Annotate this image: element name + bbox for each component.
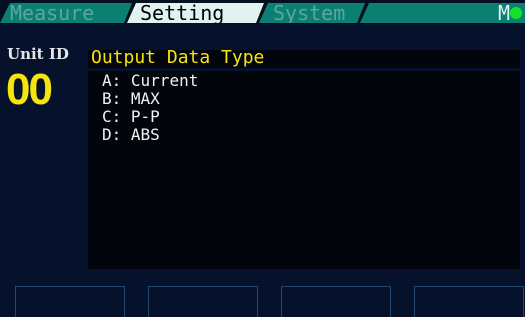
- tab-setting-label: Setting: [140, 1, 225, 25]
- softkey-1[interactable]: [15, 286, 125, 317]
- tab-measure[interactable]: Measure: [0, 3, 132, 23]
- panel-title: Output Data Type: [91, 47, 265, 68]
- option-label: MAX: [130, 89, 160, 108]
- softkey-2[interactable]: [148, 286, 258, 317]
- options-list: A: Current B: MAX C: P-P D: ABS: [102, 72, 198, 144]
- softkey-3[interactable]: [281, 286, 391, 317]
- tab-m-label: M: [498, 1, 511, 25]
- option-key: A:: [102, 71, 122, 90]
- option-pp[interactable]: C: P-P: [102, 108, 198, 126]
- tab-setting[interactable]: Setting: [127, 3, 264, 23]
- unit-id-value: 00: [6, 65, 53, 114]
- option-max[interactable]: B: MAX: [102, 90, 198, 108]
- tab-system[interactable]: System: [259, 3, 365, 23]
- option-label: ABS: [130, 125, 160, 144]
- option-label: P-P: [130, 107, 160, 126]
- tab-system-label: System: [273, 1, 346, 25]
- option-key: D:: [102, 125, 122, 144]
- option-label: Current: [130, 71, 199, 90]
- option-key: C:: [102, 107, 122, 126]
- option-current[interactable]: A: Current: [102, 72, 198, 90]
- status-indicator-icon: [510, 7, 522, 19]
- option-key: B:: [102, 89, 122, 108]
- tab-measure-label: Measure: [10, 1, 95, 25]
- tab-bar: Measure Setting System M: [0, 0, 525, 24]
- tab-m[interactable]: M: [360, 3, 525, 23]
- unit-id-label: Unit ID: [7, 45, 69, 63]
- softkey-4[interactable]: [414, 286, 524, 317]
- option-abs[interactable]: D: ABS: [102, 126, 198, 144]
